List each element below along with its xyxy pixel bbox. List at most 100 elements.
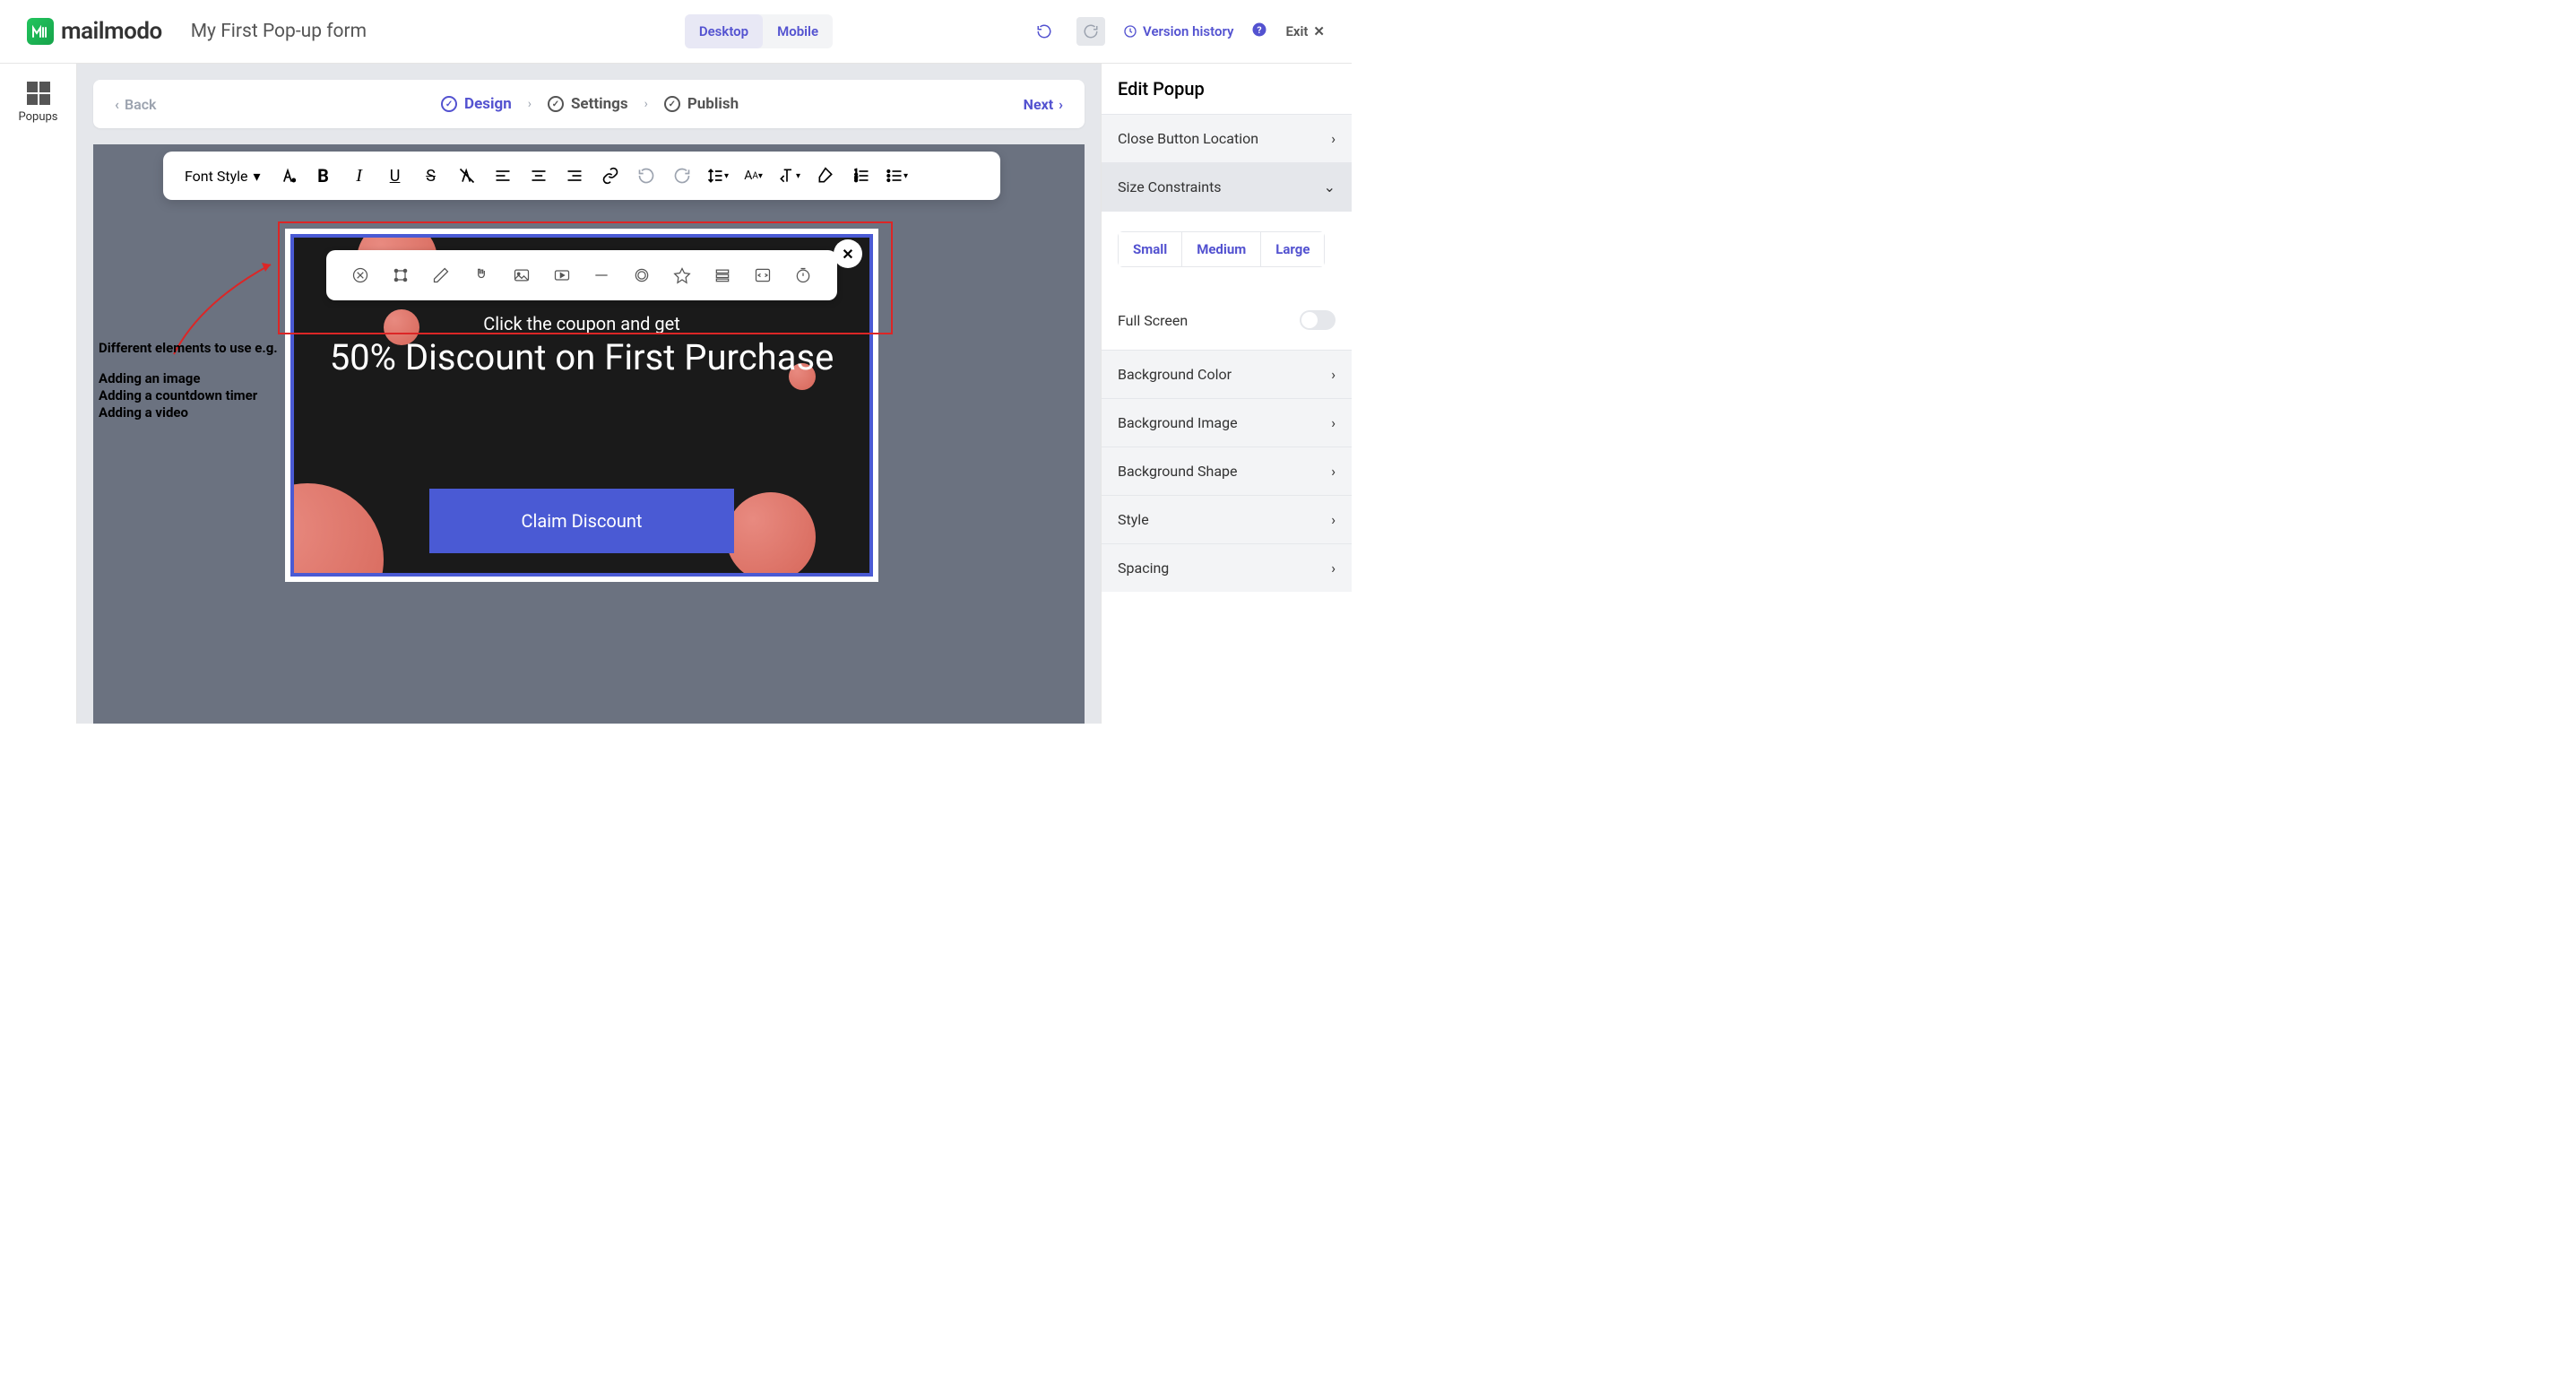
section-label: Spacing [1118, 559, 1169, 577]
badge-icon[interactable] [629, 263, 654, 288]
pointer-icon[interactable] [469, 263, 494, 288]
popup-close-button[interactable]: ✕ [834, 239, 862, 268]
video-icon[interactable] [549, 263, 575, 288]
size-small-button[interactable]: Small [1119, 232, 1182, 266]
version-history-label: Version history [1143, 23, 1233, 39]
chevron-right-icon: › [1331, 511, 1336, 528]
chevron-right-icon: › [644, 97, 648, 111]
clear-format-icon[interactable] [449, 158, 485, 194]
main-layout: Popups ‹ Back ✓ Design › ✓ Settings › [0, 64, 1352, 724]
section-background-shape[interactable]: Background Shape › [1102, 447, 1352, 495]
step-design[interactable]: ✓ Design [441, 95, 512, 113]
step-publish[interactable]: ✓ Publish [664, 95, 739, 113]
popup-title[interactable]: 50% Discount on First Purchase [294, 336, 869, 379]
bold-icon[interactable]: B [306, 158, 341, 194]
rows-icon[interactable] [710, 263, 735, 288]
timer-icon[interactable] [791, 263, 816, 288]
section-background-image[interactable]: Background Image › [1102, 398, 1352, 447]
font-style-dropdown[interactable]: Font Style ▾ [176, 168, 270, 185]
ordered-list-icon[interactable]: 123 [843, 158, 879, 194]
next-label: Next [1024, 96, 1053, 113]
image-icon[interactable] [509, 263, 534, 288]
popups-nav[interactable]: Popups [0, 82, 76, 124]
section-label: Background Shape [1118, 463, 1238, 480]
desktop-button[interactable]: Desktop [685, 14, 763, 48]
popup-subtitle[interactable]: Click the coupon and get [294, 313, 869, 334]
text-direction-icon[interactable]: ▾ [772, 158, 808, 194]
fullscreen-label: Full Screen [1118, 312, 1188, 329]
grid-icon [27, 82, 50, 105]
logo-text: mailmodo [61, 18, 162, 45]
chevron-right-icon: › [1331, 130, 1336, 147]
strikethrough-icon[interactable]: S [413, 158, 449, 194]
align-right-icon[interactable] [557, 158, 592, 194]
popup-preview[interactable]: Click the coupon and get 50% Discount on… [285, 229, 878, 582]
redo-icon[interactable] [1076, 17, 1105, 46]
link-icon[interactable] [592, 158, 628, 194]
section-label: Size Constraints [1118, 178, 1222, 195]
annotation-item: Adding a countdown timer [99, 387, 257, 404]
chevron-right-icon: › [1331, 559, 1336, 577]
undo-icon[interactable] [628, 158, 664, 194]
underline-icon[interactable]: U [377, 158, 413, 194]
highlight-icon[interactable] [808, 158, 843, 194]
check-icon: ✓ [441, 96, 457, 112]
canvas[interactable]: Font Style ▾ B I U S ▾ AA▾ ▾ 123 [93, 144, 1085, 724]
section-close-button-location[interactable]: Close Button Location › [1102, 114, 1352, 162]
section-spacing[interactable]: Spacing › [1102, 543, 1352, 592]
version-history-button[interactable]: Version history [1123, 23, 1233, 39]
chevron-right-icon: › [1059, 96, 1063, 113]
size-options: Small Medium Large [1102, 211, 1352, 287]
document-title: My First Pop-up form [191, 21, 367, 42]
font-style-label: Font Style [185, 168, 248, 185]
logo: mailmodo [27, 18, 162, 45]
undo-icon[interactable] [1030, 17, 1059, 46]
next-button[interactable]: Next › [1024, 96, 1063, 113]
annotation-heading: Different elements to use e.g. [99, 340, 278, 357]
chevron-right-icon: › [1331, 414, 1336, 431]
size-medium-button[interactable]: Medium [1182, 232, 1261, 266]
step-settings[interactable]: ✓ Settings [548, 95, 628, 113]
popups-label: Popups [18, 110, 57, 124]
help-icon[interactable]: ? [1251, 22, 1267, 42]
align-left-icon[interactable] [485, 158, 521, 194]
close-element-icon[interactable] [348, 263, 373, 288]
frame-icon[interactable] [388, 263, 413, 288]
divider-icon[interactable] [589, 263, 614, 288]
text-color-icon[interactable] [270, 158, 306, 194]
mobile-button[interactable]: Mobile [763, 14, 833, 48]
bullet-list-icon[interactable]: ▾ [879, 158, 915, 194]
font-size-icon[interactable]: AA▾ [736, 158, 772, 194]
annotation-item: Adding a video [99, 404, 257, 421]
step-label: Settings [571, 95, 628, 113]
fullscreen-toggle[interactable] [1300, 310, 1336, 330]
line-height-icon[interactable]: ▾ [700, 158, 736, 194]
popup-cta-button[interactable]: Claim Discount [429, 489, 734, 553]
caret-down-icon: ▾ [254, 168, 261, 185]
redo-icon[interactable] [664, 158, 700, 194]
chevron-right-icon: › [1331, 463, 1336, 480]
app-header: mailmodo My First Pop-up form Desktop Mo… [0, 0, 1352, 64]
star-icon[interactable] [670, 263, 695, 288]
size-large-button[interactable]: Large [1261, 232, 1324, 266]
exit-button[interactable]: Exit ✕ [1285, 23, 1325, 39]
pencil-icon[interactable] [428, 263, 454, 288]
section-label: Close Button Location [1118, 130, 1258, 147]
italic-icon[interactable]: I [341, 158, 377, 194]
back-button[interactable]: ‹ Back [115, 96, 157, 113]
annotation-item: Adding an image [99, 370, 257, 387]
exit-label: Exit [1285, 23, 1308, 39]
section-size-constraints[interactable]: Size Constraints ⌄ [1102, 162, 1352, 211]
section-style[interactable]: Style › [1102, 495, 1352, 543]
canvas-area: ‹ Back ✓ Design › ✓ Settings › ✓ Publish [77, 64, 1101, 724]
header-actions: Version history ? Exit ✕ [1030, 17, 1325, 46]
fullscreen-row: Full Screen [1102, 287, 1352, 350]
check-icon: ✓ [548, 96, 564, 112]
close-icon: ✕ [1313, 23, 1325, 39]
section-label: Style [1118, 511, 1149, 528]
step-label: Design [464, 95, 512, 113]
progress-bar: ‹ Back ✓ Design › ✓ Settings › ✓ Publish [93, 80, 1085, 128]
code-icon[interactable] [750, 263, 775, 288]
align-center-icon[interactable] [521, 158, 557, 194]
section-background-color[interactable]: Background Color › [1102, 350, 1352, 398]
